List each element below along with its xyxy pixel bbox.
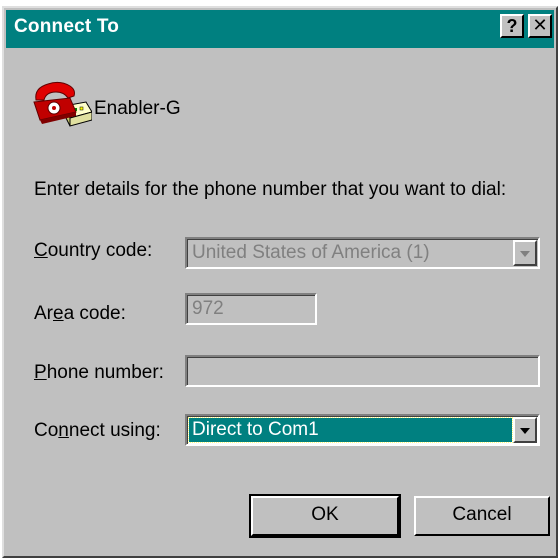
close-button[interactable]: ✕ <box>528 14 552 38</box>
area-code-field[interactable]: 972 <box>185 293 317 325</box>
connection-name: Enabler-G <box>94 98 181 119</box>
phone-number-label: Phone number: <box>34 362 164 383</box>
ok-button[interactable]: OK <box>249 494 401 538</box>
title-bar[interactable]: Connect To ? ✕ <box>6 10 554 48</box>
window-title: Connect To <box>14 16 120 37</box>
connect-using-dropdown-button[interactable] <box>513 417 537 443</box>
instruction-text: Enter details for the phone number that … <box>34 179 507 200</box>
area-code-value: 972 <box>192 298 224 319</box>
phone-number-field[interactable] <box>185 355 540 387</box>
cancel-button[interactable]: Cancel <box>414 496 550 536</box>
country-code-value: United States of America (1) <box>192 242 430 263</box>
connect-using-select[interactable]: Direct to Com1 <box>185 414 540 446</box>
connect-using-value: Direct to Com1 <box>192 419 319 440</box>
country-code-dropdown-button[interactable] <box>513 240 537 266</box>
chevron-down-icon <box>520 428 530 434</box>
help-button[interactable]: ? <box>500 14 524 38</box>
country-code-label: Country code: <box>34 240 153 261</box>
area-code-label: Area code: <box>34 303 126 324</box>
country-code-select[interactable]: United States of America (1) <box>185 237 540 269</box>
telephone-modem-icon <box>33 81 92 127</box>
connect-using-label: Connect using: <box>34 420 161 441</box>
chevron-down-icon <box>520 251 530 257</box>
